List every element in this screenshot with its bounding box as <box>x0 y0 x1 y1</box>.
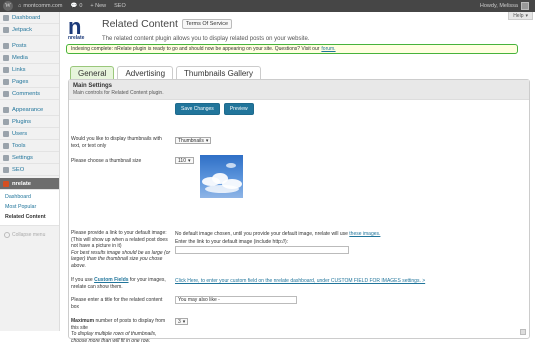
admin-sidebar: Dashboard Jetpack Posts Media Links Page… <box>0 12 60 331</box>
nrelate-submenu: Dashboard Most Popular Related Content <box>0 190 59 226</box>
tab-general[interactable]: General <box>70 66 115 80</box>
sidebar-item-posts[interactable]: Posts <box>0 40 59 52</box>
jetpack-icon <box>3 26 9 33</box>
thumbnail-preview-image <box>200 155 243 198</box>
appearance-icon <box>3 106 9 113</box>
settings-icon <box>3 154 9 161</box>
display-type-select[interactable]: Thumbnails ▾ <box>175 137 212 144</box>
sidebar-item-media[interactable]: Media <box>0 52 59 64</box>
seo-icon <box>3 166 9 173</box>
panel-buttons: Save Changes Preview <box>175 103 254 115</box>
sidebar-item-users[interactable]: Users <box>0 128 59 140</box>
main-settings-panel: Main Settings Main controls for Related … <box>68 79 530 344</box>
chevron-down-icon: ▾ <box>525 12 528 19</box>
chevron-down-icon: ▾ <box>187 157 191 164</box>
save-changes-button[interactable]: Save Changes <box>175 103 220 115</box>
main-content: Help ▾ n nrelate Related Content Terms Of… <box>64 12 535 344</box>
comments-link[interactable]: 💬 0 <box>70 3 82 9</box>
chevron-down-icon: ▾ <box>182 318 186 325</box>
submenu-item-dashboard[interactable]: Dashboard <box>0 192 59 202</box>
page-title: Related Content Terms Of Service <box>102 18 233 30</box>
site-name-link[interactable]: ⌂ montcomm.com <box>18 3 62 9</box>
tools-icon <box>3 142 9 149</box>
sidebar-item-links[interactable]: Links <box>0 64 59 76</box>
settings-tabs: General Advertising Thumbnails Gallery <box>70 66 261 80</box>
pages-icon <box>3 78 9 85</box>
sidebar-item-pages[interactable]: Pages <box>0 76 59 88</box>
links-icon <box>3 66 9 73</box>
default-image-url-input[interactable] <box>175 246 349 254</box>
nrelate-logo: n nrelate <box>68 14 85 42</box>
sidebar-item-nrelate[interactable]: nrelate <box>0 178 59 190</box>
admin-bar: W ⌂ montcomm.com 💬 0 + New SEO Howdy, Meli… <box>0 0 535 12</box>
wordpress-logo-icon[interactable]: W <box>3 1 13 11</box>
comment-icon: 💬 <box>70 3 78 9</box>
panel-header: Main Settings Main controls for Related … <box>69 80 529 100</box>
max-posts-label: Maximum number of posts to display from … <box>71 318 166 344</box>
tab-thumbnails-gallery[interactable]: Thumbnails Gallery <box>176 66 261 80</box>
chevron-down-icon: ▾ <box>205 137 209 144</box>
home-icon: ⌂ <box>18 3 22 9</box>
thumbnail-size-label: Please choose a thumbnail size <box>71 158 142 164</box>
thumbnail-size-select[interactable]: 110 ▾ <box>175 157 194 164</box>
preview-button[interactable]: Preview <box>223 103 254 115</box>
collapse-menu-button[interactable]: Collapse menu <box>0 226 59 238</box>
nrelate-icon <box>3 180 9 187</box>
sidebar-item-seo[interactable]: SEO <box>0 164 59 176</box>
these-images-link[interactable]: these images. <box>349 231 380 237</box>
sidebar-item-tools[interactable]: Tools <box>0 140 59 152</box>
sidebar-item-settings[interactable]: Settings <box>0 152 59 164</box>
plugins-icon <box>3 118 9 125</box>
default-image-note: No default image chosen, until you provi… <box>175 231 381 237</box>
user-menu[interactable]: Howdy, Melissa <box>480 2 529 10</box>
custom-field-dashboard-link[interactable]: Click Here, to enter your custom field o… <box>175 278 425 284</box>
indexing-notice: Indexing complete: nRelate plugin is rea… <box>66 44 518 54</box>
max-posts-select[interactable]: 3 ▾ <box>175 318 189 325</box>
sidebar-item-plugins[interactable]: Plugins <box>0 116 59 128</box>
sidebar-item-comments[interactable]: Comments <box>0 88 59 100</box>
new-content-link[interactable]: + New <box>90 3 106 9</box>
dashboard-icon <box>3 14 9 21</box>
resize-handle-icon[interactable] <box>520 329 526 335</box>
display-type-label: Would you like to display thumbnails wit… <box>71 136 162 149</box>
submenu-item-related-content[interactable]: Related Content <box>0 212 59 222</box>
help-tab[interactable]: Help ▾ <box>508 12 533 20</box>
sidebar-item-jetpack[interactable]: Jetpack <box>0 24 59 36</box>
seo-link[interactable]: SEO <box>114 3 126 9</box>
avatar <box>521 2 529 10</box>
tab-advertising[interactable]: Advertising <box>117 66 174 80</box>
comments-icon <box>3 90 9 97</box>
users-icon <box>3 130 9 137</box>
collapse-icon <box>4 232 10 238</box>
box-title-label: Please enter a title for the related con… <box>71 297 163 310</box>
media-icon <box>3 54 9 61</box>
default-image-input-label: Enter the link to your default image (in… <box>175 239 289 245</box>
page-subtitle: The related content plugin allows you to… <box>102 36 310 42</box>
submenu-item-most-popular[interactable]: Most Popular <box>0 202 59 212</box>
forum-link[interactable]: forum. <box>321 46 335 52</box>
custom-fields-label: If you use Custom Fields for your images… <box>71 277 166 290</box>
default-image-label: Please provide a link to your default im… <box>71 230 171 269</box>
box-title-input[interactable]: You may also like - <box>175 296 297 304</box>
terms-of-service-button[interactable]: Terms Of Service <box>181 19 233 29</box>
sidebar-item-dashboard[interactable]: Dashboard <box>0 12 59 24</box>
sidebar-item-appearance[interactable]: Appearance <box>0 104 59 116</box>
posts-icon <box>3 42 9 49</box>
